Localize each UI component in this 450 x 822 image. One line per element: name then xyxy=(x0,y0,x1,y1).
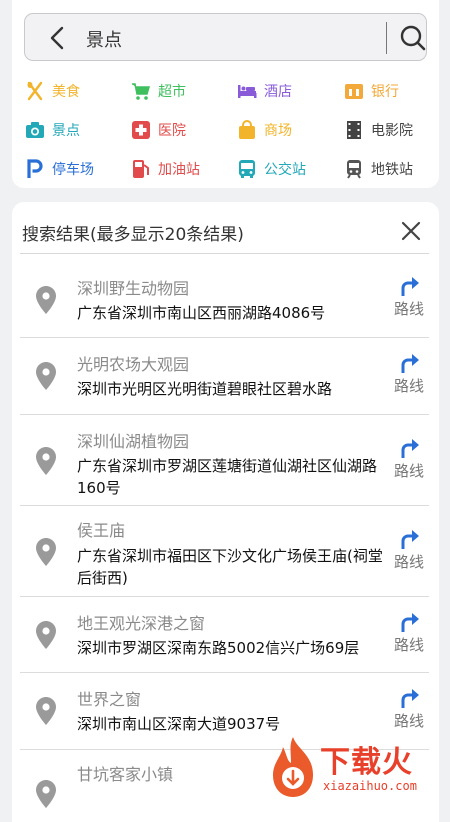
location-pin-icon xyxy=(36,286,56,314)
fuel-icon xyxy=(133,160,149,178)
category-hospital[interactable]: 医院 xyxy=(131,118,186,142)
back-arrow-icon[interactable] xyxy=(47,26,69,50)
result-address: 深圳市罗湖区深南东路5002信兴广场69层 xyxy=(77,639,360,657)
directions-icon xyxy=(401,613,419,632)
route-label: 路线 xyxy=(393,300,424,318)
category-gas-station[interactable]: 加油站 xyxy=(131,157,200,181)
food-icon xyxy=(27,81,43,101)
result-name: 侯王庙 xyxy=(77,521,126,540)
result-name: 地王观光深港之窗 xyxy=(77,614,206,633)
category-bank[interactable]: 银行 xyxy=(344,79,399,103)
category-label: 商场 xyxy=(264,123,292,139)
search-bar[interactable]: 景点 xyxy=(24,13,427,61)
search-results-panel: 搜索结果(最多显示20条结果) 深圳野生动物园 广东省深圳市南山区西丽湖路408… xyxy=(12,202,439,822)
close-icon[interactable] xyxy=(401,221,421,241)
category-cinema[interactable]: 电影院 xyxy=(344,118,413,142)
parking-icon xyxy=(27,159,43,178)
directions-icon xyxy=(401,689,419,708)
cart-icon xyxy=(132,83,150,100)
route-button[interactable]: 路线 xyxy=(392,437,426,481)
result-address: 广东省深圳市福田区下沙文化广场侯王庙(祠堂后街西) xyxy=(77,547,383,587)
category-label: 酒店 xyxy=(264,84,292,100)
watermark-url: xiazaihuo.com xyxy=(323,779,417,793)
category-label: 停车场 xyxy=(52,162,94,178)
result-address: 广东省深圳市罗湖区莲塘街道仙湖社区仙湖路160号 xyxy=(77,457,378,497)
result-name: 深圳仙湖植物园 xyxy=(77,432,190,451)
location-pin-icon xyxy=(36,447,56,475)
result-item[interactable]: 光明农场大观园 深圳市光明区光明街道碧眼社区碧水路 路线 xyxy=(20,338,429,415)
bank-icon xyxy=(345,84,363,99)
search-icon[interactable] xyxy=(399,24,427,52)
directions-icon xyxy=(401,277,419,296)
category-label: 景点 xyxy=(52,123,80,139)
category-parking[interactable]: 停车场 xyxy=(25,157,94,181)
category-label: 银行 xyxy=(371,84,399,100)
divider xyxy=(20,253,429,254)
category-subway[interactable]: 地铁站 xyxy=(344,157,413,181)
top-panel: 景点 美食 超市 酒店 银行 景点 医院 商场 电影院 停车场 加油站 公交站 … xyxy=(12,0,439,188)
category-label: 电影院 xyxy=(371,123,413,139)
route-button[interactable]: 路线 xyxy=(392,352,426,396)
watermark-text: 下载火 xyxy=(320,745,413,780)
category-food[interactable]: 美食 xyxy=(25,79,80,103)
hospital-icon xyxy=(132,121,150,139)
route-label: 路线 xyxy=(393,712,424,730)
route-button[interactable]: 路线 xyxy=(392,687,426,731)
subway-icon xyxy=(347,160,361,179)
result-name: 深圳野生动物园 xyxy=(77,279,190,298)
search-divider xyxy=(386,22,387,54)
result-address: 深圳市南山区深南大道9037号 xyxy=(77,715,281,733)
category-label: 加油站 xyxy=(158,162,200,178)
camera-icon xyxy=(26,122,44,138)
location-pin-icon xyxy=(36,697,56,725)
watermark-logo: 下载火 xiazaihuo.com xyxy=(265,735,450,800)
route-button[interactable]: 路线 xyxy=(392,528,426,572)
category-label: 地铁站 xyxy=(371,162,413,178)
route-label: 路线 xyxy=(393,377,424,395)
search-input[interactable]: 景点 xyxy=(86,26,122,52)
location-pin-icon xyxy=(36,538,56,566)
location-pin-icon xyxy=(36,362,56,390)
category-mall[interactable]: 商场 xyxy=(237,118,292,142)
route-button[interactable]: 路线 xyxy=(392,611,426,655)
category-bus-stop[interactable]: 公交站 xyxy=(237,157,306,181)
category-label: 美食 xyxy=(52,84,80,100)
result-address: 广东省深圳市南山区西丽湖路4086号 xyxy=(77,304,326,322)
result-item[interactable]: 地王观光深港之窗 深圳市罗湖区深南东路5002信兴广场69层 路线 xyxy=(20,597,429,673)
category-label: 公交站 xyxy=(264,162,306,178)
directions-icon xyxy=(401,354,419,373)
results-header: 搜索结果(最多显示20条结果) xyxy=(22,225,244,245)
category-label: 医院 xyxy=(158,123,186,139)
hotel-icon xyxy=(238,85,257,98)
film-icon xyxy=(347,121,361,139)
route-label: 路线 xyxy=(393,462,424,480)
category-label: 超市 xyxy=(158,84,186,100)
result-item[interactable]: 深圳野生动物园 广东省深圳市南山区西丽湖路4086号 路线 xyxy=(20,262,429,338)
result-name: 光明农场大观园 xyxy=(77,355,190,374)
category-attraction[interactable]: 景点 xyxy=(25,118,80,142)
result-address: 深圳市光明区光明街道碧眼社区碧水路 xyxy=(77,380,333,398)
route-label: 路线 xyxy=(393,636,424,654)
category-supermarket[interactable]: 超市 xyxy=(131,79,186,103)
category-hotel[interactable]: 酒店 xyxy=(237,79,292,103)
directions-icon xyxy=(401,439,419,458)
shopping-bag-icon xyxy=(239,120,255,139)
route-button[interactable]: 路线 xyxy=(392,275,426,319)
route-label: 路线 xyxy=(393,553,424,571)
location-pin-icon xyxy=(36,780,56,808)
bus-icon xyxy=(239,160,255,178)
result-item[interactable]: 侯王庙 广东省深圳市福田区下沙文化广场侯王庙(祠堂后街西) 路线 xyxy=(20,506,429,597)
flame-logo-icon xyxy=(273,737,313,797)
directions-icon xyxy=(401,530,419,549)
result-name: 甘坑客家小镇 xyxy=(77,765,174,784)
result-item[interactable]: 深圳仙湖植物园 广东省深圳市罗湖区莲塘街道仙湖社区仙湖路160号 路线 xyxy=(20,415,429,506)
location-pin-icon xyxy=(36,621,56,649)
result-name: 世界之窗 xyxy=(77,690,142,709)
